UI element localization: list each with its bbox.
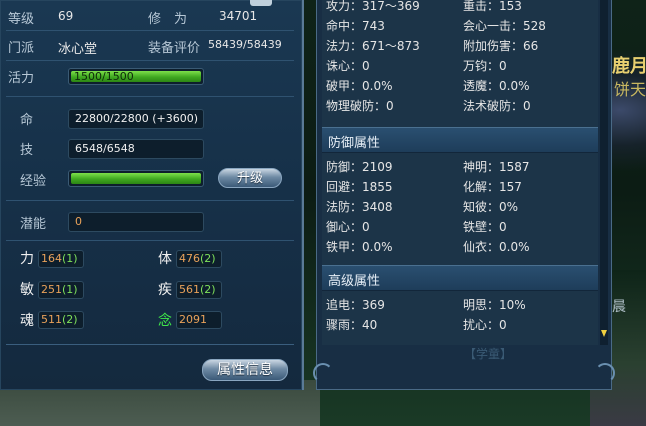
attr-iron-wall: 铁壁：0 <box>463 220 507 234</box>
stat-agility-label: 敏 <box>20 282 34 298</box>
attr-spell-penetration: 法术破防：0 <box>463 99 531 113</box>
divider <box>6 60 294 61</box>
attr-heavy-strike: 重击：153 <box>463 0 522 13</box>
upgrade-button[interactable]: 升级 <box>218 168 282 188</box>
hp-label: 命 <box>20 113 34 128</box>
stat-strength-label: 力 <box>20 251 34 267</box>
skill-label: 技 <box>20 143 34 158</box>
attr-extra-damage: 附加伤害：66 <box>463 39 539 53</box>
stat-speed-value: 561(2) <box>176 281 222 299</box>
exp-bar <box>68 170 204 187</box>
attr-magic-defense: 法防：3408 <box>326 200 393 214</box>
sect-value: 冰心堂 <box>58 42 98 57</box>
level-label: 等级 <box>8 12 35 27</box>
exp-bar-fill <box>71 173 201 184</box>
divider <box>6 240 294 241</box>
equip-score-label: 装备评价 <box>148 41 201 56</box>
ghost-label: 【学童】 <box>464 347 513 361</box>
divider <box>6 200 294 201</box>
divider <box>6 344 294 345</box>
stat-agility-value: 251(1) <box>38 281 84 299</box>
divider <box>6 96 294 97</box>
scrollbar[interactable] <box>600 0 608 345</box>
advanced-header-title: 高级属性 <box>328 274 381 289</box>
sect-label: 门派 <box>8 41 35 56</box>
character-attributes-panel: 等级 69 修 为 34701 门派 冰心堂 装备评价 58439/58439 … <box>0 0 304 390</box>
attr-wanjun: 万钧：0 <box>463 59 507 73</box>
attr-defense: 防御：2109 <box>326 160 393 174</box>
potential-label: 潜能 <box>20 217 47 232</box>
stat-constitution-label: 体 <box>158 251 172 267</box>
equip-score-value: 58439/58439 <box>208 38 282 51</box>
cultivation-label: 修 为 <box>148 12 188 27</box>
potential-value: 0 <box>68 212 204 232</box>
scroll-down-arrow-icon[interactable] <box>601 330 607 338</box>
corner-ornament <box>313 363 333 383</box>
hp-value: 22800/22800 (+3600) <box>68 109 204 129</box>
exp-label: 经验 <box>20 174 47 189</box>
attr-iron-armor: 铁甲：0.0% <box>326 240 393 254</box>
vitality-label: 活力 <box>8 71 35 86</box>
attr-shenming: 神明：1587 <box>463 160 530 174</box>
attr-zhibi: 知彼：0% <box>463 200 519 214</box>
stat-mind-value: 2091 <box>176 311 222 329</box>
attr-resolve: 化解：157 <box>463 180 522 194</box>
attr-mingsi: 明思：10% <box>463 298 526 312</box>
attr-yuxin: 御心：0 <box>326 220 370 234</box>
attr-armor-break: 破甲：0.0% <box>326 79 393 93</box>
scene-text-2: 饼天 <box>614 80 646 99</box>
scene-text-1: 鹿月 <box>612 56 646 77</box>
divider <box>6 30 294 31</box>
attr-critical: 会心一击：528 <box>463 19 546 33</box>
defense-header-title: 防御属性 <box>328 136 381 151</box>
detailed-attributes-panel: 攻力：317～369 重击：153 命中：743 会心一击：528 法力：671… <box>313 0 615 390</box>
stat-constitution-value: 476(2) <box>176 250 222 268</box>
attribute-info-button[interactable]: 属性信息 <box>202 359 288 381</box>
scene-text-3: 晨 <box>612 299 626 315</box>
cultivation-value: 34701 <box>219 9 258 23</box>
attr-zhouyu: 骤雨：40 <box>326 318 378 332</box>
attr-zhuxin: 诛心：0 <box>326 59 370 73</box>
attr-magic: 法力：671～873 <box>326 39 420 53</box>
attr-dodge: 回避：1855 <box>326 180 393 194</box>
attr-raoxin: 扰心：0 <box>463 318 507 332</box>
stat-soul-value: 511(2) <box>38 311 84 329</box>
level-value: 69 <box>58 9 74 23</box>
stat-mind-label: 念 <box>158 313 172 329</box>
attr-attack: 攻力：317～369 <box>326 0 420 13</box>
attr-phys-penetration: 物理破防：0 <box>326 99 394 113</box>
corner-ornament <box>595 363 615 383</box>
stat-soul-label: 魂 <box>20 313 34 329</box>
attr-zhuidian: 追电：369 <box>326 298 385 312</box>
advanced-header: 高级属性 <box>322 265 598 291</box>
attr-immortal-robe: 仙衣：0.0% <box>463 240 530 254</box>
attributes-list: 攻力：317～369 重击：153 命中：743 会心一击：528 法力：671… <box>322 0 598 345</box>
stat-speed-label: 疾 <box>158 282 172 298</box>
vitality-value: 1500/1500 <box>74 70 134 83</box>
attr-magic-pierce: 透魔：0.0% <box>463 79 530 93</box>
defense-header: 防御属性 <box>322 127 598 153</box>
skill-value: 6548/6548 <box>68 139 204 159</box>
panel-top-tab <box>250 0 272 6</box>
stat-strength-value: 164(1) <box>38 250 84 268</box>
attr-hit: 命中：743 <box>326 19 385 33</box>
